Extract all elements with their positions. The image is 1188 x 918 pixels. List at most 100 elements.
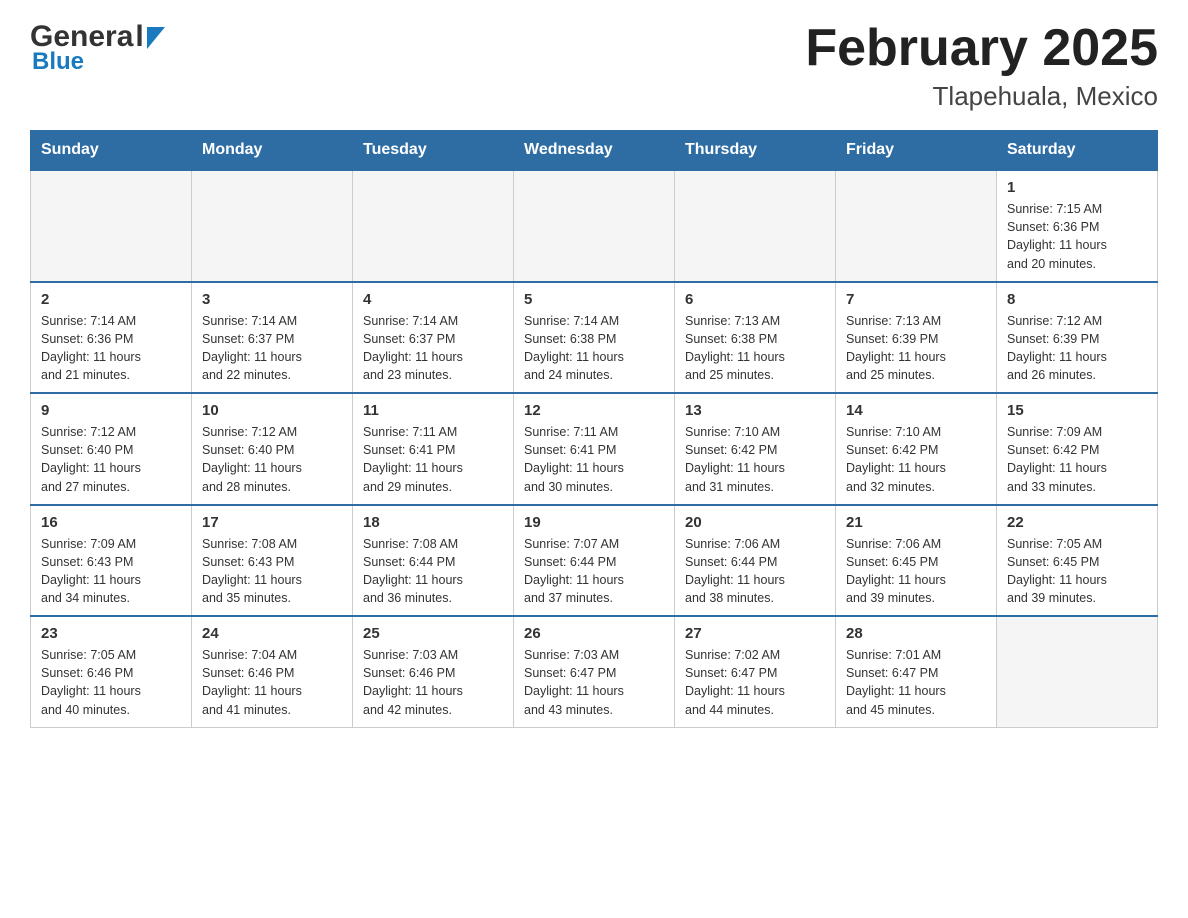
table-row: 25 Sunrise: 7:03 AM Sunset: 6:46 PM Dayli… <box>353 616 514 727</box>
table-row: 2 Sunrise: 7:14 AM Sunset: 6:36 PM Daylig… <box>31 282 192 394</box>
day-sun-info: Sunrise: 7:14 AM Sunset: 6:37 PM Dayligh… <box>202 312 342 385</box>
day-number: 2 <box>41 291 181 308</box>
table-row <box>353 170 514 282</box>
day-number: 8 <box>1007 291 1147 308</box>
day-sun-info: Sunrise: 7:10 AM Sunset: 6:42 PM Dayligh… <box>685 423 825 496</box>
table-row: 26 Sunrise: 7:03 AM Sunset: 6:47 PM Dayli… <box>514 616 675 727</box>
table-row: 28 Sunrise: 7:01 AM Sunset: 6:47 PM Dayli… <box>836 616 997 727</box>
header-monday: Monday <box>192 131 353 171</box>
day-number: 28 <box>846 625 986 642</box>
day-number: 12 <box>524 402 664 419</box>
day-number: 26 <box>524 625 664 642</box>
table-row: 15 Sunrise: 7:09 AM Sunset: 6:42 PM Dayli… <box>997 393 1158 505</box>
day-sun-info: Sunrise: 7:08 AM Sunset: 6:43 PM Dayligh… <box>202 535 342 608</box>
header-thursday: Thursday <box>675 131 836 171</box>
table-row: 11 Sunrise: 7:11 AM Sunset: 6:41 PM Dayli… <box>353 393 514 505</box>
day-sun-info: Sunrise: 7:06 AM Sunset: 6:45 PM Dayligh… <box>846 535 986 608</box>
table-row: 9 Sunrise: 7:12 AM Sunset: 6:40 PM Daylig… <box>31 393 192 505</box>
header-sunday: Sunday <box>31 131 192 171</box>
day-sun-info: Sunrise: 7:10 AM Sunset: 6:42 PM Dayligh… <box>846 423 986 496</box>
week-row-5: 23 Sunrise: 7:05 AM Sunset: 6:46 PM Dayli… <box>31 616 1158 727</box>
day-number: 10 <box>202 402 342 419</box>
day-sun-info: Sunrise: 7:11 AM Sunset: 6:41 PM Dayligh… <box>363 423 503 496</box>
day-number: 11 <box>363 402 503 419</box>
calendar-title-block: February 2025 Tlapehuala, Mexico <box>805 20 1158 112</box>
day-number: 3 <box>202 291 342 308</box>
day-sun-info: Sunrise: 7:14 AM Sunset: 6:37 PM Dayligh… <box>363 312 503 385</box>
logo-l-text: l <box>135 20 143 54</box>
page-header: Genera l Blue February 2025 Tlapehuala, … <box>30 20 1158 112</box>
table-row: 18 Sunrise: 7:08 AM Sunset: 6:44 PM Dayli… <box>353 505 514 617</box>
day-sun-info: Sunrise: 7:13 AM Sunset: 6:38 PM Dayligh… <box>685 312 825 385</box>
table-row: 12Sunrise: 7:11 AM Sunset: 6:41 PM Dayli… <box>514 393 675 505</box>
table-row: 14 Sunrise: 7:10 AM Sunset: 6:42 PM Dayli… <box>836 393 997 505</box>
day-number: 24 <box>202 625 342 642</box>
day-number: 23 <box>41 625 181 642</box>
table-row: 20 Sunrise: 7:06 AM Sunset: 6:44 PM Dayli… <box>675 505 836 617</box>
week-row-1: 1Sunrise: 7:15 AM Sunset: 6:36 PM Daylig… <box>31 170 1158 282</box>
calendar-table: Sunday Monday Tuesday Wednesday Thursday… <box>30 130 1158 728</box>
table-row: 22 Sunrise: 7:05 AM Sunset: 6:45 PM Dayli… <box>997 505 1158 617</box>
table-row <box>675 170 836 282</box>
table-row: 8Sunrise: 7:12 AM Sunset: 6:39 PM Daylig… <box>997 282 1158 394</box>
logo-blue-text: Blue <box>32 48 84 76</box>
day-number: 21 <box>846 514 986 531</box>
day-sun-info: Sunrise: 7:05 AM Sunset: 6:45 PM Dayligh… <box>1007 535 1147 608</box>
day-number: 27 <box>685 625 825 642</box>
day-number: 16 <box>41 514 181 531</box>
day-sun-info: Sunrise: 7:09 AM Sunset: 6:42 PM Dayligh… <box>1007 423 1147 496</box>
day-number: 5 <box>524 291 664 308</box>
logo: Genera l Blue <box>30 20 165 76</box>
day-number: 18 <box>363 514 503 531</box>
day-number: 14 <box>846 402 986 419</box>
day-sun-info: Sunrise: 7:03 AM Sunset: 6:46 PM Dayligh… <box>363 646 503 719</box>
day-sun-info: Sunrise: 7:14 AM Sunset: 6:36 PM Dayligh… <box>41 312 181 385</box>
day-number: 22 <box>1007 514 1147 531</box>
day-number: 7 <box>846 291 986 308</box>
table-row: 27 Sunrise: 7:02 AM Sunset: 6:47 PM Dayli… <box>675 616 836 727</box>
week-row-2: 2 Sunrise: 7:14 AM Sunset: 6:36 PM Daylig… <box>31 282 1158 394</box>
day-sun-info: Sunrise: 7:13 AM Sunset: 6:39 PM Dayligh… <box>846 312 986 385</box>
day-sun-info: Sunrise: 7:09 AM Sunset: 6:43 PM Dayligh… <box>41 535 181 608</box>
table-row: 16 Sunrise: 7:09 AM Sunset: 6:43 PM Dayli… <box>31 505 192 617</box>
table-row <box>31 170 192 282</box>
table-row: 19Sunrise: 7:07 AM Sunset: 6:44 PM Dayli… <box>514 505 675 617</box>
header-tuesday: Tuesday <box>353 131 514 171</box>
table-row: 24 Sunrise: 7:04 AM Sunset: 6:46 PM Dayli… <box>192 616 353 727</box>
day-sun-info: Sunrise: 7:02 AM Sunset: 6:47 PM Dayligh… <box>685 646 825 719</box>
table-row: 4 Sunrise: 7:14 AM Sunset: 6:37 PM Daylig… <box>353 282 514 394</box>
day-number: 25 <box>363 625 503 642</box>
day-sun-info: Sunrise: 7:04 AM Sunset: 6:46 PM Dayligh… <box>202 646 342 719</box>
day-sun-info: Sunrise: 7:05 AM Sunset: 6:46 PM Dayligh… <box>41 646 181 719</box>
table-row: 7 Sunrise: 7:13 AM Sunset: 6:39 PM Daylig… <box>836 282 997 394</box>
table-row: 1Sunrise: 7:15 AM Sunset: 6:36 PM Daylig… <box>997 170 1158 282</box>
table-row: 23 Sunrise: 7:05 AM Sunset: 6:46 PM Dayli… <box>31 616 192 727</box>
day-number: 4 <box>363 291 503 308</box>
day-sun-info: Sunrise: 7:12 AM Sunset: 6:40 PM Dayligh… <box>41 423 181 496</box>
day-sun-info: Sunrise: 7:12 AM Sunset: 6:40 PM Dayligh… <box>202 423 342 496</box>
header-saturday: Saturday <box>997 131 1158 171</box>
day-number: 20 <box>685 514 825 531</box>
day-sun-info: Sunrise: 7:06 AM Sunset: 6:44 PM Dayligh… <box>685 535 825 608</box>
calendar-subtitle: Tlapehuala, Mexico <box>805 81 1158 112</box>
table-row <box>836 170 997 282</box>
day-number: 15 <box>1007 402 1147 419</box>
day-sun-info: Sunrise: 7:03 AM Sunset: 6:47 PM Dayligh… <box>524 646 664 719</box>
header-friday: Friday <box>836 131 997 171</box>
day-number: 6 <box>685 291 825 308</box>
logo-triangle-icon <box>147 27 165 49</box>
day-sun-info: Sunrise: 7:08 AM Sunset: 6:44 PM Dayligh… <box>363 535 503 608</box>
header-wednesday: Wednesday <box>514 131 675 171</box>
table-row <box>514 170 675 282</box>
day-sun-info: Sunrise: 7:14 AM Sunset: 6:38 PM Dayligh… <box>524 312 664 385</box>
day-number: 17 <box>202 514 342 531</box>
day-number: 9 <box>41 402 181 419</box>
day-number: 1 <box>1007 179 1147 196</box>
day-sun-info: Sunrise: 7:01 AM Sunset: 6:47 PM Dayligh… <box>846 646 986 719</box>
table-row: 21 Sunrise: 7:06 AM Sunset: 6:45 PM Dayli… <box>836 505 997 617</box>
day-number: 19 <box>524 514 664 531</box>
table-row: 17 Sunrise: 7:08 AM Sunset: 6:43 PM Dayli… <box>192 505 353 617</box>
day-number: 13 <box>685 402 825 419</box>
week-row-4: 16 Sunrise: 7:09 AM Sunset: 6:43 PM Dayli… <box>31 505 1158 617</box>
calendar-header-row: Sunday Monday Tuesday Wednesday Thursday… <box>31 131 1158 171</box>
